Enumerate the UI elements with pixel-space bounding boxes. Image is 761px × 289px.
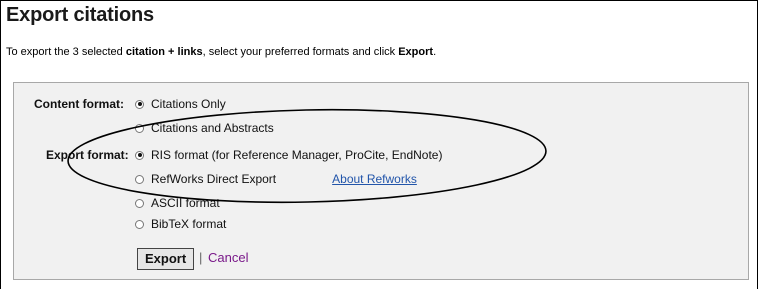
action-separator: | (199, 250, 203, 265)
radio-button-icon[interactable] (135, 150, 144, 160)
intro-text: To export the 3 selected citation + link… (6, 46, 437, 58)
export-button[interactable]: Export (137, 248, 195, 270)
about-refworks-link[interactable]: About Refworks (332, 172, 417, 186)
radio-refworks-direct[interactable]: RefWorks Direct Export About Refworks (135, 172, 417, 186)
radio-ris-format[interactable]: RIS format (for Reference Manager, ProCi… (135, 148, 442, 162)
cancel-link[interactable]: Cancel (208, 250, 248, 265)
radio-button-icon[interactable] (135, 219, 144, 229)
radio-bibtex-format[interactable]: BibTeX format (135, 217, 226, 231)
radio-button-icon[interactable] (135, 99, 144, 109)
page-title: Export citations (6, 4, 154, 26)
radio-button-icon[interactable] (135, 123, 144, 133)
radio-button-icon[interactable] (135, 198, 144, 208)
radio-button-icon[interactable] (135, 174, 144, 184)
radio-citations-abstracts[interactable]: Citations and Abstracts (135, 121, 274, 135)
content-format-label: Content format: (34, 97, 124, 111)
radio-ascii-format[interactable]: ASCII format (135, 196, 220, 210)
radio-citations-only[interactable]: Citations Only (135, 97, 226, 111)
export-format-label: Export format: (46, 148, 129, 162)
